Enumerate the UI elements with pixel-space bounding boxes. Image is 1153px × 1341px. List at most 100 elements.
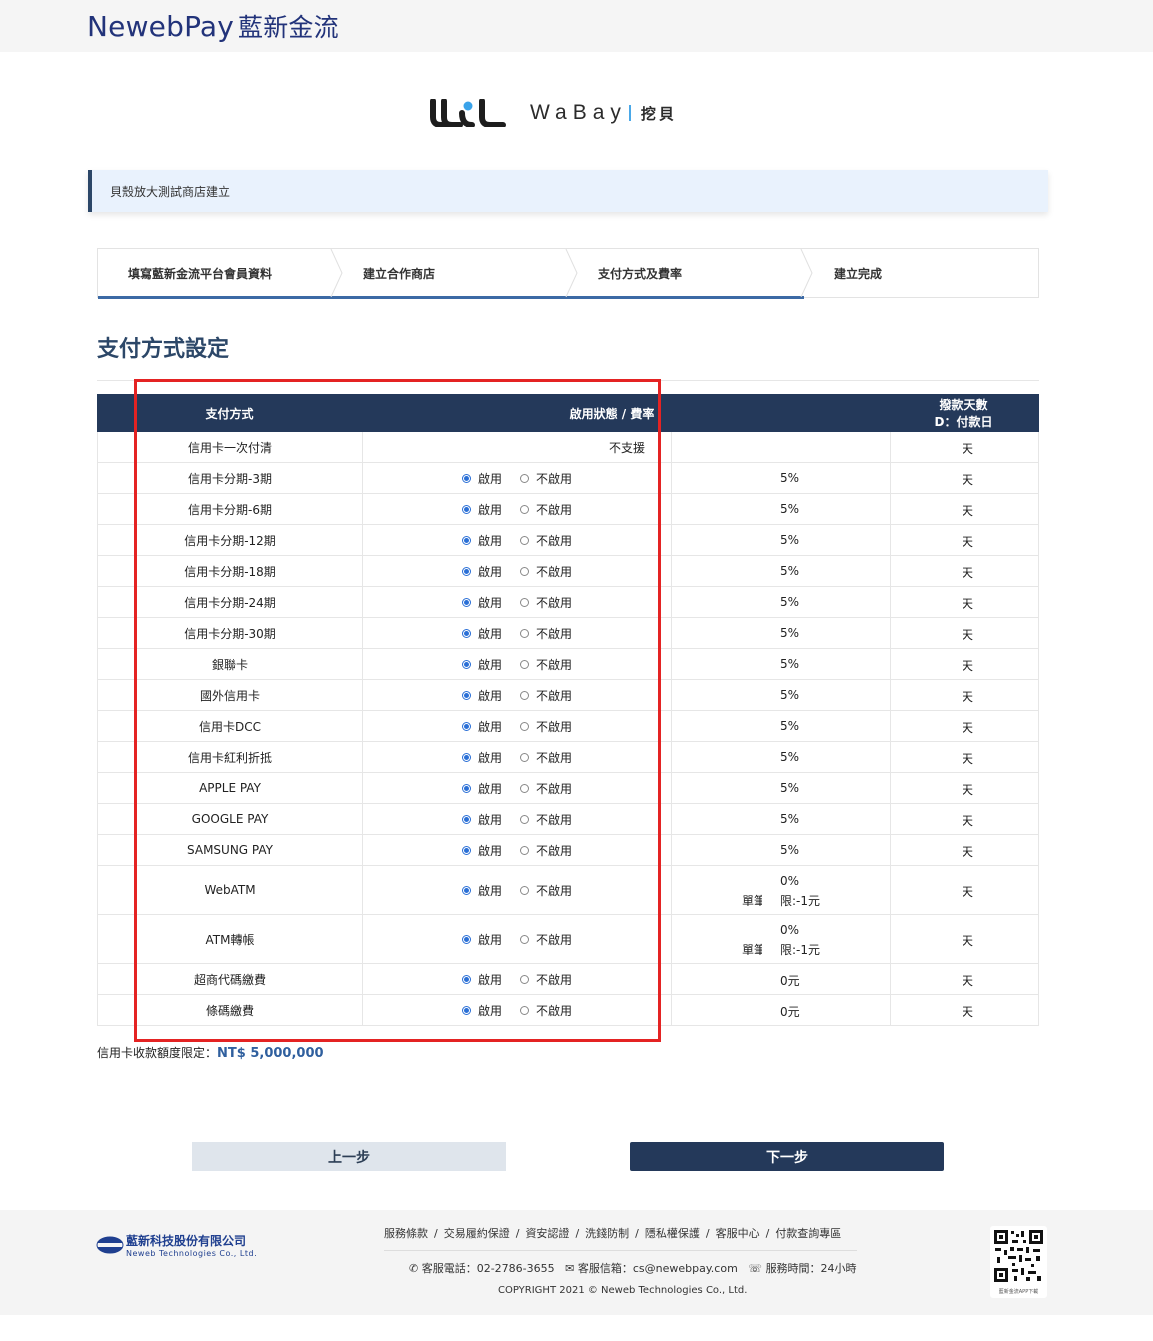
disable-radio[interactable]: 不啟用 [520,971,572,988]
status-cell: 啟用 不啟用 [363,525,671,555]
link-separator: / [434,1227,438,1240]
rate-clip [762,964,780,994]
disable-radio[interactable]: 不啟用 [520,1002,572,1019]
radio-selected-icon [461,885,471,895]
rate-clip [762,494,780,524]
days-cell: 天 [891,525,1038,555]
rate-cell: 5% [671,525,891,555]
enable-radio[interactable]: 啟用 [461,780,502,797]
step-label: 建立合作商店 [363,267,436,281]
app-qr-code[interactable]: 藍新金流APP下載 [990,1226,1047,1298]
enable-radio[interactable]: 啟用 [461,842,502,859]
disable-label: 不啟用 [536,843,573,858]
payment-table-body: 信用卡一次付清 不支援天信用卡分期-3期 啟用 不啟用 5% 天信用卡分期-6期 啟用 不啟用… [97,432,1039,1026]
newebpay-logo[interactable]: NewebPay 藍新金流 [87,8,339,44]
rate-cell: 5% [671,711,891,741]
days-cell: 天 [891,680,1038,710]
table-row: GOOGLE PAY 啟用 不啟用 5% 天 [98,804,1038,835]
payment-method-name: 信用卡分期-6期 [98,494,363,524]
days-cell: 天 [891,556,1038,586]
previous-step-button[interactable]: 上一步 [192,1142,506,1171]
disable-radio[interactable]: 不啟用 [520,882,572,899]
disable-radio[interactable]: 不啟用 [520,470,572,487]
footer-link-privacy[interactable]: 隱私權保護 [645,1227,700,1240]
disable-label: 不啟用 [536,471,573,486]
disable-radio[interactable]: 不啟用 [520,501,572,518]
radio-unselected-icon [520,566,529,576]
enable-radio[interactable]: 啟用 [461,470,502,487]
enable-radio[interactable]: 啟用 [461,687,502,704]
table-row: 信用卡紅利折抵 啟用 不啟用 5% 天 [98,742,1038,773]
enable-radio[interactable]: 啟用 [461,882,502,899]
table-row: 信用卡分期-6期 啟用 不啟用 5% 天 [98,494,1038,525]
footer-link-escrow[interactable]: 交易履約保證 [444,1227,510,1240]
column-gap [933,711,963,741]
enable-radio[interactable]: 啟用 [461,656,502,673]
wabay-name-en: WaBay [530,101,627,124]
radio-selected-icon [461,628,471,638]
rate-cell [671,432,891,462]
enable-label: 啟用 [477,502,502,517]
disable-radio[interactable]: 不啟用 [520,811,572,828]
disable-radio[interactable]: 不啟用 [520,749,572,766]
disable-radio[interactable]: 不啟用 [520,594,572,611]
column-gap [933,556,963,586]
payment-method-name: 國外信用卡 [98,680,363,710]
table-row: 信用卡一次付清 不支援 天 [98,432,1038,463]
footer-link-payment-query[interactable]: 付款查詢專區 [775,1227,841,1240]
rate-value: 5% [780,471,800,485]
disable-radio[interactable]: 不啟用 [520,718,572,735]
enable-radio[interactable]: 啟用 [461,625,502,642]
disable-radio[interactable]: 不啟用 [520,780,572,797]
footer-email[interactable]: 客服信箱：cs@newebpay.com [578,1262,738,1275]
disable-radio[interactable]: 不啟用 [520,842,572,859]
disable-radio[interactable]: 不啟用 [520,931,572,948]
disable-radio[interactable]: 不啟用 [520,563,572,580]
radio-unselected-icon [520,628,529,638]
header-method: 支付方式 [205,407,254,421]
rate-clip [762,556,780,586]
rate-clip [762,649,780,679]
disable-radio[interactable]: 不啟用 [520,687,572,704]
rate-cell: 0元 [671,995,891,1025]
rate-value: 5% [780,750,800,764]
footer-link-terms[interactable]: 服務條款 [384,1227,428,1240]
enable-radio[interactable]: 啟用 [461,532,502,549]
disable-label: 不啟用 [536,932,573,947]
enable-label: 啟用 [477,688,502,703]
rate-cell: 5% [671,556,891,586]
footer-copyright: COPYRIGHT 2021 © Neweb Technologies Co.,… [498,1285,748,1296]
footer-link-aml[interactable]: 洗錢防制 [585,1227,629,1240]
enable-radio[interactable]: 啟用 [461,501,502,518]
payment-method-name: 超商代碼繳費 [98,964,363,994]
enable-radio[interactable]: 啟用 [461,594,502,611]
rate-value: 5% [780,688,800,702]
enable-label: 啟用 [477,626,502,641]
disable-label: 不啟用 [536,626,573,641]
next-step-button[interactable]: 下一步 [630,1142,944,1171]
enable-radio[interactable]: 啟用 [461,1002,502,1019]
radio-unselected-icon [520,1005,529,1015]
rate-clip [762,835,780,865]
enable-radio[interactable]: 啟用 [461,749,502,766]
rate-clip [762,915,780,963]
status-cell: 啟用 不啟用 [363,964,671,994]
days-cell: 天 [891,649,1038,679]
status-cell: 啟用 不啟用 [363,494,671,524]
enable-radio[interactable]: 啟用 [461,718,502,735]
footer-link-support[interactable]: 客服中心 [716,1227,760,1240]
disable-radio[interactable]: 不啟用 [520,625,572,642]
enable-radio[interactable]: 啟用 [461,563,502,580]
enable-radio[interactable]: 啟用 [461,971,502,988]
footer-link-security[interactable]: 資安認證 [525,1227,569,1240]
chat-icon: ☏ [748,1262,763,1275]
phone-icon: ✆ [409,1262,419,1275]
status-cell: 啟用 不啟用 [363,680,671,710]
radio-selected-icon [461,814,471,824]
disable-radio[interactable]: 不啟用 [520,532,572,549]
payment-method-name: 條碼繳費 [98,995,363,1025]
enable-radio[interactable]: 啟用 [461,811,502,828]
step-label: 填寫藍新金流平台會員資料 [128,267,273,281]
disable-radio[interactable]: 不啟用 [520,656,572,673]
enable-radio[interactable]: 啟用 [461,931,502,948]
